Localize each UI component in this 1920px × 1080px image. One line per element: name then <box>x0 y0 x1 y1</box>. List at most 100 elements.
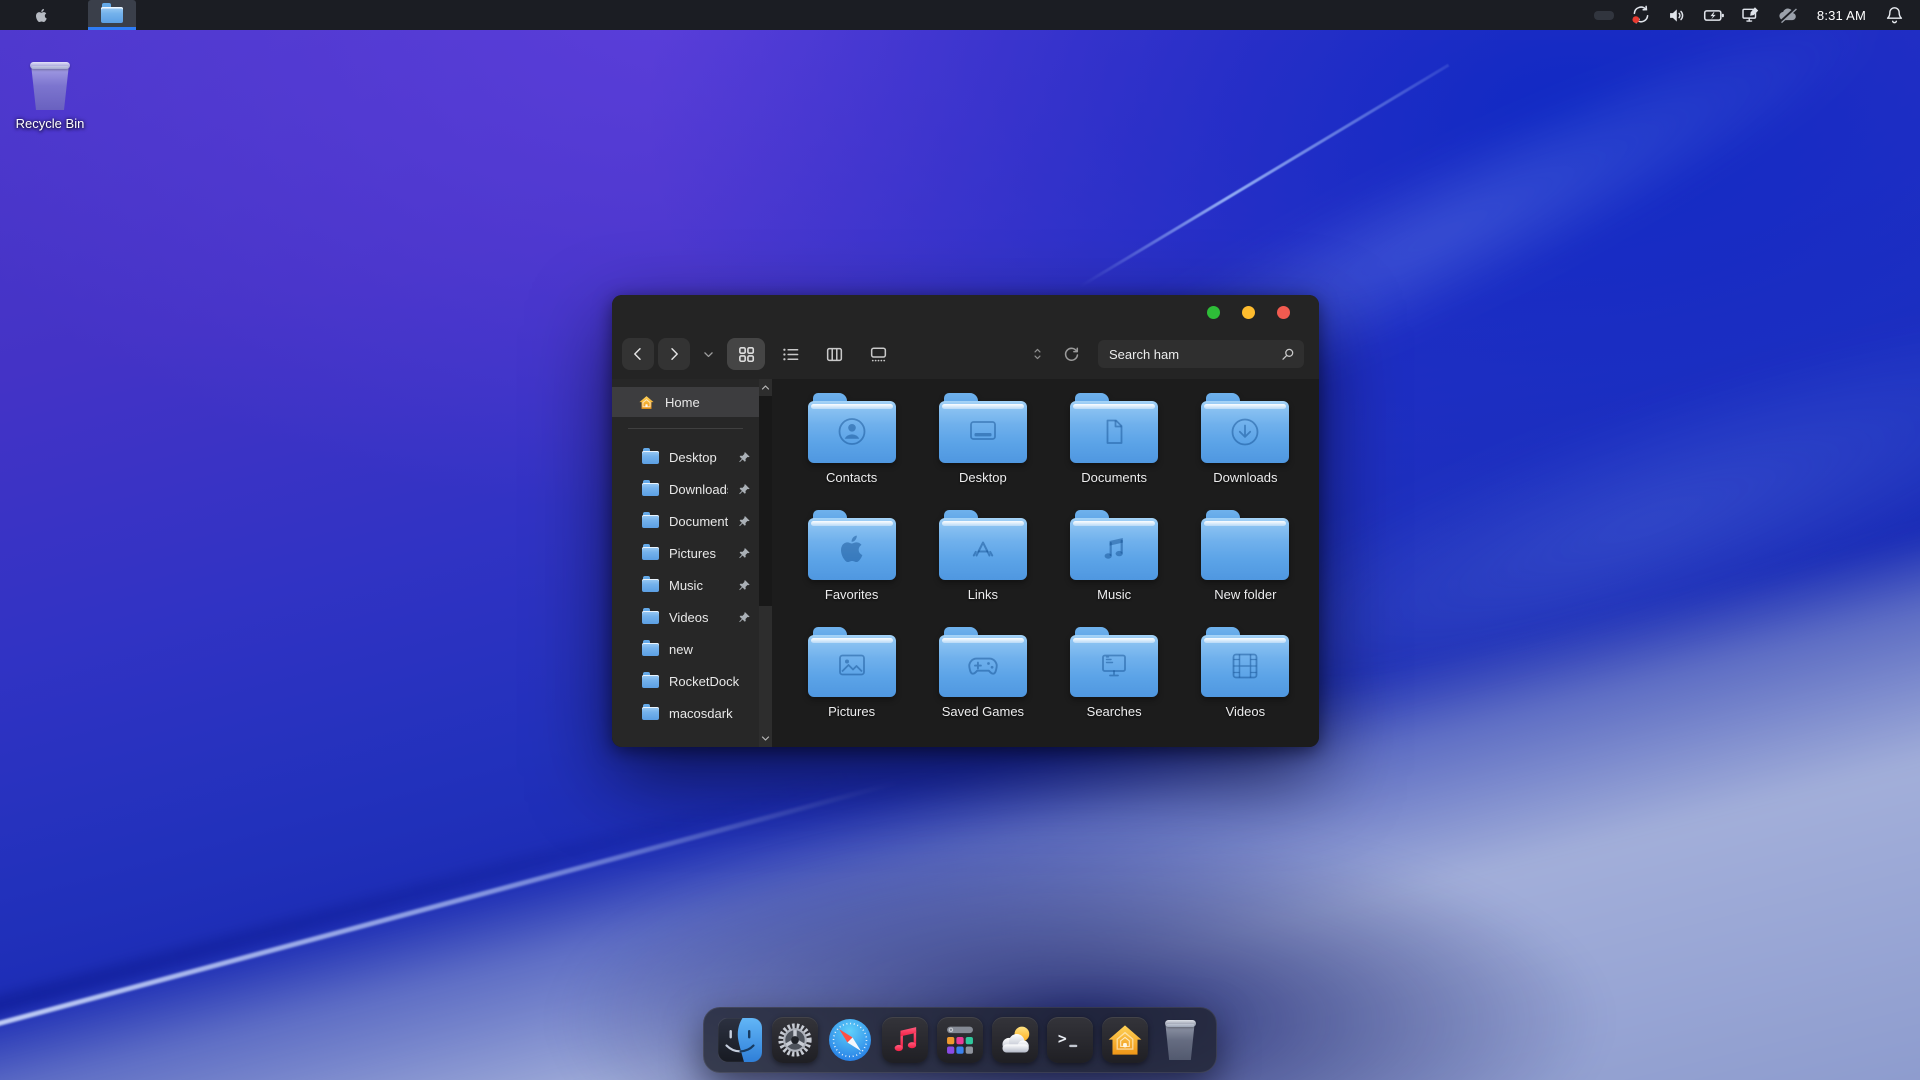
pin-icon[interactable] <box>738 547 751 560</box>
sidebar-item-documents[interactable]: Documents <box>612 505 759 537</box>
clock[interactable]: 8:31 AM <box>1814 8 1869 23</box>
finder-icon <box>718 1018 762 1062</box>
sidebar: Home Desktop Downloads Documents <box>612 379 772 747</box>
sync-alert-icon[interactable] <box>1629 3 1653 27</box>
sidebar-item-label: RocketDock <box>669 673 740 689</box>
pin-icon[interactable] <box>738 611 751 624</box>
folder-icon <box>642 607 659 624</box>
search-input[interactable] <box>1107 345 1280 363</box>
sidebar-item-label: Music <box>669 577 703 593</box>
grid-view-button[interactable] <box>727 338 765 370</box>
back-button[interactable] <box>622 338 654 370</box>
folder-pictures[interactable]: Pictures <box>791 627 913 744</box>
gallery-view-button[interactable] <box>859 338 897 370</box>
dock-system-settings[interactable] <box>772 1017 818 1063</box>
list-view-button[interactable] <box>771 338 809 370</box>
trash-bucket-icon <box>1164 1020 1196 1060</box>
scroll-up-arrow-icon[interactable] <box>759 380 772 395</box>
folder-new-folder[interactable]: New folder <box>1184 510 1306 627</box>
folder-icon <box>938 627 1027 697</box>
taskbar-file-explorer-button[interactable] <box>88 0 136 30</box>
folder-saved-games[interactable]: Saved Games <box>922 627 1044 744</box>
sidebar-item-label: Home <box>665 394 700 410</box>
terminal-icon: > <box>1058 1030 1078 1047</box>
folder-label: Favorites <box>824 587 879 602</box>
folder-documents[interactable]: Documents <box>1053 393 1175 510</box>
sidebar-item-new[interactable]: new <box>612 633 759 665</box>
sidebar-item-videos[interactable]: Videos <box>612 601 759 633</box>
sidebar-item-pictures[interactable]: Pictures <box>612 537 759 569</box>
folder-icon <box>938 393 1027 463</box>
folder-icon <box>938 510 1027 580</box>
pen-display-icon[interactable] <box>1740 3 1764 27</box>
folder-icon <box>642 575 659 592</box>
folder-label: New folder <box>1214 587 1277 602</box>
sidebar-item-downloads[interactable]: Downloads <box>612 473 759 505</box>
dock-home[interactable] <box>1102 1017 1148 1063</box>
svg-text:>: > <box>1058 1030 1067 1047</box>
folder-music[interactable]: Music <box>1053 510 1175 627</box>
pane-expander-button[interactable] <box>1032 347 1043 361</box>
dock-finder[interactable] <box>717 1017 763 1063</box>
minimize-button[interactable] <box>1242 306 1255 319</box>
folder-icon <box>1201 393 1290 463</box>
wallpaper-ridge-highlight <box>0 780 899 1031</box>
folder-downloads[interactable]: Downloads <box>1184 393 1306 510</box>
sidebar-scrollbar[interactable] <box>759 379 772 747</box>
folder-searches[interactable]: Searches <box>1053 627 1175 744</box>
folder-label: Pictures <box>828 704 876 719</box>
screen-glyph-icon <box>939 401 1027 463</box>
dock-weather[interactable] <box>992 1017 1038 1063</box>
film-strip-glyph-icon <box>1201 635 1289 697</box>
folder-icon <box>642 639 659 656</box>
folder-icon <box>1070 393 1159 463</box>
folder-desktop[interactable]: Desktop <box>922 393 1044 510</box>
home-icon <box>639 395 654 409</box>
sidebar-item-music[interactable]: Music <box>612 569 759 601</box>
scroll-down-arrow-icon[interactable] <box>759 731 772 746</box>
traffic-lights <box>1207 306 1290 319</box>
sidebar-item-macosdark[interactable]: macosdark <box>612 697 759 729</box>
refresh-button[interactable] <box>1063 346 1080 363</box>
folder-links[interactable]: Links <box>922 510 1044 627</box>
hidden-items-pill-icon[interactable] <box>1592 3 1616 27</box>
folder-favorites[interactable]: Favorites <box>791 510 913 627</box>
system-tray: 8:31 AM <box>1592 3 1906 27</box>
maximize-button[interactable] <box>1207 306 1220 319</box>
cloud-offline-icon[interactable] <box>1777 3 1801 27</box>
folder-contacts[interactable]: Contacts <box>791 393 913 510</box>
folder-videos[interactable]: Videos <box>1184 627 1306 744</box>
pin-icon[interactable] <box>738 515 751 528</box>
forward-button[interactable] <box>658 338 690 370</box>
folder-label: Downloads <box>1213 470 1278 485</box>
notification-bell-icon[interactable] <box>1882 3 1906 27</box>
music-note-icon <box>894 1027 917 1052</box>
folder-icon <box>807 510 896 580</box>
wallpaper-arc-line <box>1079 63 1450 288</box>
window-titlebar[interactable] <box>612 295 1319 329</box>
sidebar-item-rocketdock[interactable]: RocketDock <box>612 665 759 697</box>
sidebar-item-home[interactable]: Home <box>612 387 759 417</box>
scrollbar-thumb[interactable] <box>759 396 772 606</box>
dock-safari[interactable] <box>827 1017 873 1063</box>
sidebar-item-desktop[interactable]: Desktop <box>612 441 759 473</box>
columns-view-button[interactable] <box>815 338 853 370</box>
safari-compass-icon <box>829 1019 871 1061</box>
close-button[interactable] <box>1277 306 1290 319</box>
dock-terminal[interactable]: > <box>1047 1017 1093 1063</box>
pin-icon[interactable] <box>738 451 751 464</box>
history-dropdown-button[interactable] <box>702 348 715 361</box>
document-glyph-icon <box>1070 401 1158 463</box>
recycle-bin-desktop-icon[interactable]: Recycle Bin <box>12 62 88 131</box>
apple-menu-button[interactable] <box>26 0 56 30</box>
battery-icon[interactable] <box>1703 3 1727 27</box>
dock-launchpad[interactable] <box>937 1017 983 1063</box>
folder-icon <box>1070 627 1159 697</box>
dock-trash[interactable] <box>1157 1017 1203 1063</box>
file-explorer-window: Home Desktop Downloads Documents <box>612 295 1319 747</box>
volume-icon[interactable] <box>1666 3 1690 27</box>
music-notes-glyph-icon <box>1070 518 1158 580</box>
pin-icon[interactable] <box>738 483 751 496</box>
dock-music[interactable] <box>882 1017 928 1063</box>
pin-icon[interactable] <box>738 579 751 592</box>
